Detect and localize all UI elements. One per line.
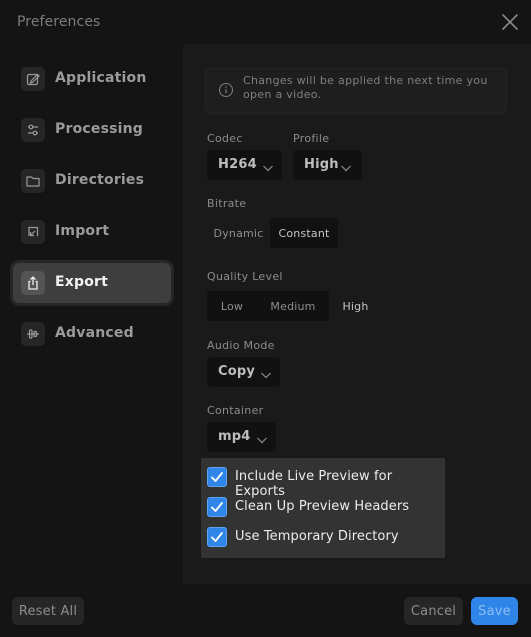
codec-value: H264 [218, 157, 257, 172]
audio-mode-value: Copy [218, 364, 256, 379]
export-options-group: Include Live Preview for Exports Clean U… [201, 458, 445, 558]
quality-option-high[interactable]: High [329, 291, 382, 321]
bitrate-option-dynamic[interactable]: Dynamic [207, 218, 270, 248]
checkbox-label: Use Temporary Directory [235, 529, 399, 544]
sidebar: Application Processing Directories Impor… [0, 44, 183, 584]
info-icon [218, 82, 234, 98]
sidebar-item-processing[interactable]: Processing [13, 110, 171, 150]
title-bar: Preferences [0, 0, 531, 44]
checkbox-include-live-preview[interactable]: Include Live Preview for Exports [207, 467, 441, 499]
sidebar-item-export[interactable]: Export [13, 263, 171, 303]
import-icon [21, 220, 45, 244]
quality-option-low[interactable]: Low [207, 291, 257, 321]
checkbox-use-temporary-directory[interactable]: Use Temporary Directory [207, 527, 441, 549]
window-title: Preferences [17, 14, 101, 30]
dialog-footer: Reset All Cancel Save [0, 584, 531, 637]
sidebar-item-label: Directories [55, 172, 145, 188]
sidebar-item-label: Processing [55, 121, 144, 137]
sidebar-item-directories[interactable]: Directories [13, 161, 171, 201]
chevron-down-icon [262, 159, 274, 172]
chevron-down-icon [256, 431, 268, 444]
sidebar-item-label: Export [55, 274, 109, 290]
folder-icon [21, 169, 45, 193]
checkbox-checked-icon[interactable] [207, 467, 227, 487]
codec-label: Codec [207, 132, 243, 145]
sidebar-item-label: Application [55, 70, 147, 86]
sliders-icon [21, 118, 45, 142]
checkbox-checked-icon[interactable] [207, 527, 227, 547]
audio-mode-dropdown[interactable]: Copy [207, 357, 280, 387]
close-icon[interactable] [501, 13, 519, 31]
cancel-button[interactable]: Cancel [404, 597, 463, 625]
waveform-icon [21, 322, 45, 346]
notice-text: Changes will be applied the next time yo… [243, 74, 488, 101]
info-notice: Changes will be applied the next time yo… [205, 68, 507, 114]
container-value: mp4 [218, 429, 251, 444]
bitrate-label: Bitrate [207, 197, 247, 210]
audio-mode-label: Audio Mode [207, 339, 275, 352]
save-button[interactable]: Save [471, 597, 518, 625]
profile-dropdown[interactable]: High [293, 150, 362, 180]
chevron-down-icon [260, 366, 272, 379]
share-icon [21, 271, 45, 295]
quality-segmented-control: Low Medium High [207, 291, 382, 321]
bitrate-segmented-control: Dynamic Constant [207, 218, 339, 248]
codec-dropdown[interactable]: H264 [207, 150, 282, 180]
bitrate-option-constant[interactable]: Constant [270, 218, 338, 248]
sidebar-item-label: Advanced [55, 325, 134, 341]
profile-value: High [304, 157, 339, 172]
quality-level-label: Quality Level [207, 270, 283, 283]
checkbox-clean-up-preview-headers[interactable]: Clean Up Preview Headers [207, 497, 441, 519]
chevron-down-icon [340, 159, 352, 172]
edit-icon [21, 67, 45, 91]
sidebar-item-label: Import [55, 223, 110, 239]
checkbox-checked-icon[interactable] [207, 497, 227, 517]
sidebar-item-import[interactable]: Import [13, 212, 171, 252]
quality-option-medium[interactable]: Medium [257, 291, 329, 321]
container-label: Container [207, 404, 264, 417]
checkbox-label: Include Live Preview for Exports [235, 469, 393, 499]
sidebar-item-advanced[interactable]: Advanced [13, 314, 171, 354]
checkbox-label: Clean Up Preview Headers [235, 499, 410, 514]
container-dropdown[interactable]: mp4 [207, 422, 276, 452]
reset-all-button[interactable]: Reset All [12, 597, 84, 625]
profile-label: Profile [293, 132, 330, 145]
sidebar-item-application[interactable]: Application [13, 59, 171, 99]
